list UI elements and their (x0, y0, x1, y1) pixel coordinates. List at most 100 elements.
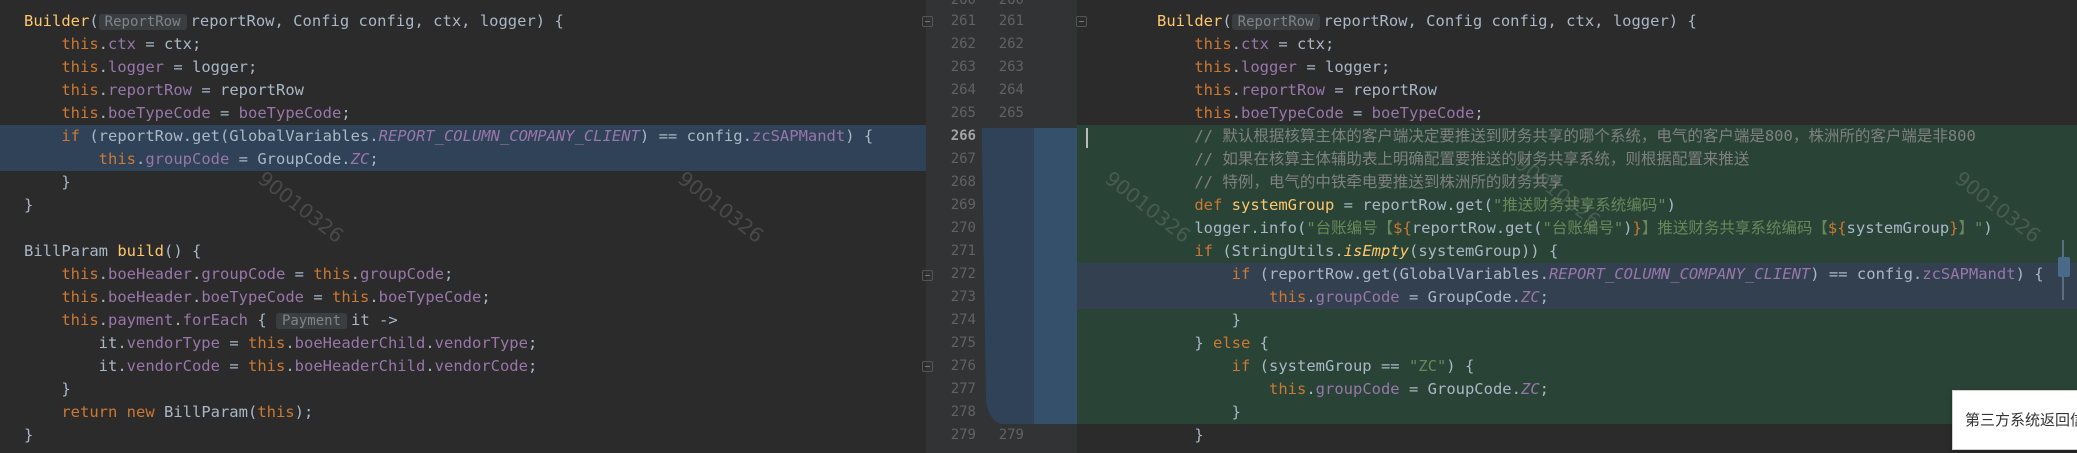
code-text: // 默认根据核算主体的客户端决定要推送到财务共享的哪个系统，电气的客户端是80… (1157, 125, 1976, 148)
right-code-line[interactable]: } (1077, 401, 2077, 424)
fold-icon[interactable] (922, 270, 933, 281)
right-code-line[interactable]: this.reportRow = reportRow (1077, 79, 2077, 102)
code-token: . (1231, 58, 1241, 76)
left-code-line[interactable]: } (0, 378, 926, 401)
code-token: } (1632, 219, 1642, 237)
code-token: (StringUtils. (1213, 242, 1344, 260)
code-token: ZC (350, 150, 370, 168)
code-token: if (1231, 357, 1251, 375)
right-code-line[interactable]: } (1077, 309, 2077, 332)
right-code-line[interactable]: this.groupCode = GroupCode.ZC; (1077, 378, 2077, 401)
code-token: ctx (1241, 35, 1269, 53)
code-token: . (1306, 380, 1316, 398)
notification-popup[interactable]: 第三方系统返回信息 (1952, 390, 2077, 450)
code-token: payment (108, 311, 174, 329)
code-text: this.boeHeader.groupCode = this.groupCod… (24, 263, 453, 286)
code-token: ) { (1446, 357, 1475, 375)
right-code-line[interactable]: this.groupCode = GroupCode.ZC; (1077, 286, 2077, 309)
left-code-line[interactable]: this.ctx = ctx; (0, 33, 926, 56)
right-code-line[interactable]: this.ctx = ctx; (1077, 33, 2077, 56)
left-code-line[interactable]: } (0, 194, 926, 217)
left-code-line[interactable]: BillParam build() { (0, 240, 926, 263)
left-code-line[interactable]: this.groupCode = GroupCode.ZC; (0, 148, 926, 171)
left-code-line[interactable]: if (reportRow.get(GlobalVariables.REPORT… (0, 125, 926, 148)
code-token: = GroupCode. (1399, 288, 1521, 306)
code-text: this.groupCode = GroupCode.ZC; (1157, 378, 1549, 401)
code-token: this (61, 58, 99, 76)
code-token: } (1157, 403, 1241, 421)
code-token: . (98, 58, 108, 76)
left-editor-pane[interactable]: Builder(ReportRow reportRow, Config confi… (0, 0, 926, 453)
left-code-line[interactable]: this.reportRow = reportRow (0, 79, 926, 102)
fold-icon[interactable] (1076, 16, 1087, 27)
left-code-line[interactable]: } (0, 424, 926, 447)
left-code-line[interactable]: Builder(ReportRow reportRow, Config confi… (0, 10, 926, 33)
right-editor-pane[interactable]: Builder(ReportRow reportRow, Config confi… (1077, 0, 2077, 453)
left-code-line[interactable]: this.boeHeader.boeTypeCode = this.boeTyp… (0, 286, 926, 309)
code-text: // 如果在核算主体辅助表上明确配置要推送的财务共享系统，则根据配置来推送 (1157, 148, 1749, 171)
right-code-line[interactable]: if (reportRow.get(GlobalVariables.REPORT… (1077, 263, 2077, 286)
code-token: systemGroup (1846, 219, 1950, 237)
code-text: this.reportRow = reportRow (24, 79, 304, 102)
right-code-line[interactable]: } else { (1077, 332, 2077, 355)
code-token: boeTypeCode (108, 104, 211, 122)
right-code-line[interactable]: if (StringUtils.isEmpty(systemGroup)) { (1077, 240, 2077, 263)
code-token: } (24, 380, 71, 398)
code-token: REPORT_COLUMN_COMPANY_CLIENT (1548, 265, 1811, 283)
code-token: (systemGroup == (1250, 357, 1409, 375)
code-text: this.boeTypeCode = boeTypeCode; (24, 102, 350, 125)
code-token: BillParam (24, 242, 118, 260)
code-token: ; (481, 288, 491, 306)
scrollbar-marker[interactable] (2058, 257, 2070, 277)
code-token: } (1157, 426, 1204, 444)
code-token: . (98, 104, 108, 122)
right-code-line[interactable]: Builder(ReportRow reportRow, Config confi… (1077, 10, 2077, 33)
right-code-line[interactable]: this.logger = logger; (1077, 56, 2077, 79)
code-token: vendorCode (434, 357, 528, 375)
right-code-line[interactable]: // 如果在核算主体辅助表上明确配置要推送的财务共享系统，则根据配置来推送 (1077, 148, 2077, 171)
code-text: } (1157, 309, 1241, 332)
code-token: logger (1241, 58, 1297, 76)
left-code-line[interactable]: this.boeHeader.groupCode = this.groupCod… (0, 263, 926, 286)
left-code-line[interactable]: it.vendorCode = this.boeHeaderChild.vend… (0, 355, 926, 378)
fold-icon[interactable] (922, 16, 933, 27)
right-code-line[interactable]: // 特例，电气的中铁牵电要推送到株洲所的财务共享 (1077, 171, 2077, 194)
code-token: . (173, 311, 183, 329)
code-token: ) (1666, 196, 1676, 214)
left-code-line[interactable] (0, 217, 926, 240)
code-token: ) == config. (639, 127, 752, 145)
left-code-line[interactable]: } (0, 171, 926, 194)
right-code-line[interactable]: if (systemGroup == "ZC") { (1077, 355, 2077, 378)
type-hint: Payment (276, 313, 348, 329)
code-token: . (1231, 35, 1241, 53)
code-token: // 如果在核算主体辅助表上明确配置要推送的财务共享系统，则根据配置来推送 (1194, 150, 1750, 168)
code-token: ; (527, 357, 538, 375)
right-code-line[interactable]: } (1077, 424, 2077, 447)
code-text: } else { (1157, 332, 1269, 355)
code-token: zcSAPMandt (1922, 265, 2016, 283)
left-code-line[interactable]: this.logger = logger; (0, 56, 926, 79)
code-token: = GroupCode. (229, 150, 351, 168)
code-token: . (98, 81, 108, 99)
code-token: ctx (108, 35, 136, 53)
code-token: boeTypeCode (378, 288, 482, 306)
code-token: logger (108, 58, 164, 76)
code-token: "ZC" (1408, 357, 1447, 375)
code-text: this.ctx = ctx; (24, 33, 201, 56)
left-code-line[interactable]: return new BillParam(this); (0, 401, 926, 424)
code-token: ; (1539, 380, 1549, 398)
right-code-line[interactable]: // 默认根据核算主体的客户端决定要推送到财务共享的哪个系统，电气的客户端是80… (1077, 125, 2077, 148)
code-token: ${ (1393, 219, 1412, 237)
fold-icon[interactable] (922, 361, 933, 372)
left-code-line[interactable]: this.payment.forEach { Payment it -> (0, 309, 926, 332)
left-code-line[interactable]: it.vendorType = this.boeHeaderChild.vend… (0, 332, 926, 355)
left-code-line[interactable]: this.boeTypeCode = boeTypeCode; (0, 102, 926, 125)
code-token: ; (1539, 288, 1549, 306)
right-code-line[interactable]: this.boeTypeCode = boeTypeCode; (1077, 102, 2077, 125)
code-token: . (135, 150, 146, 168)
